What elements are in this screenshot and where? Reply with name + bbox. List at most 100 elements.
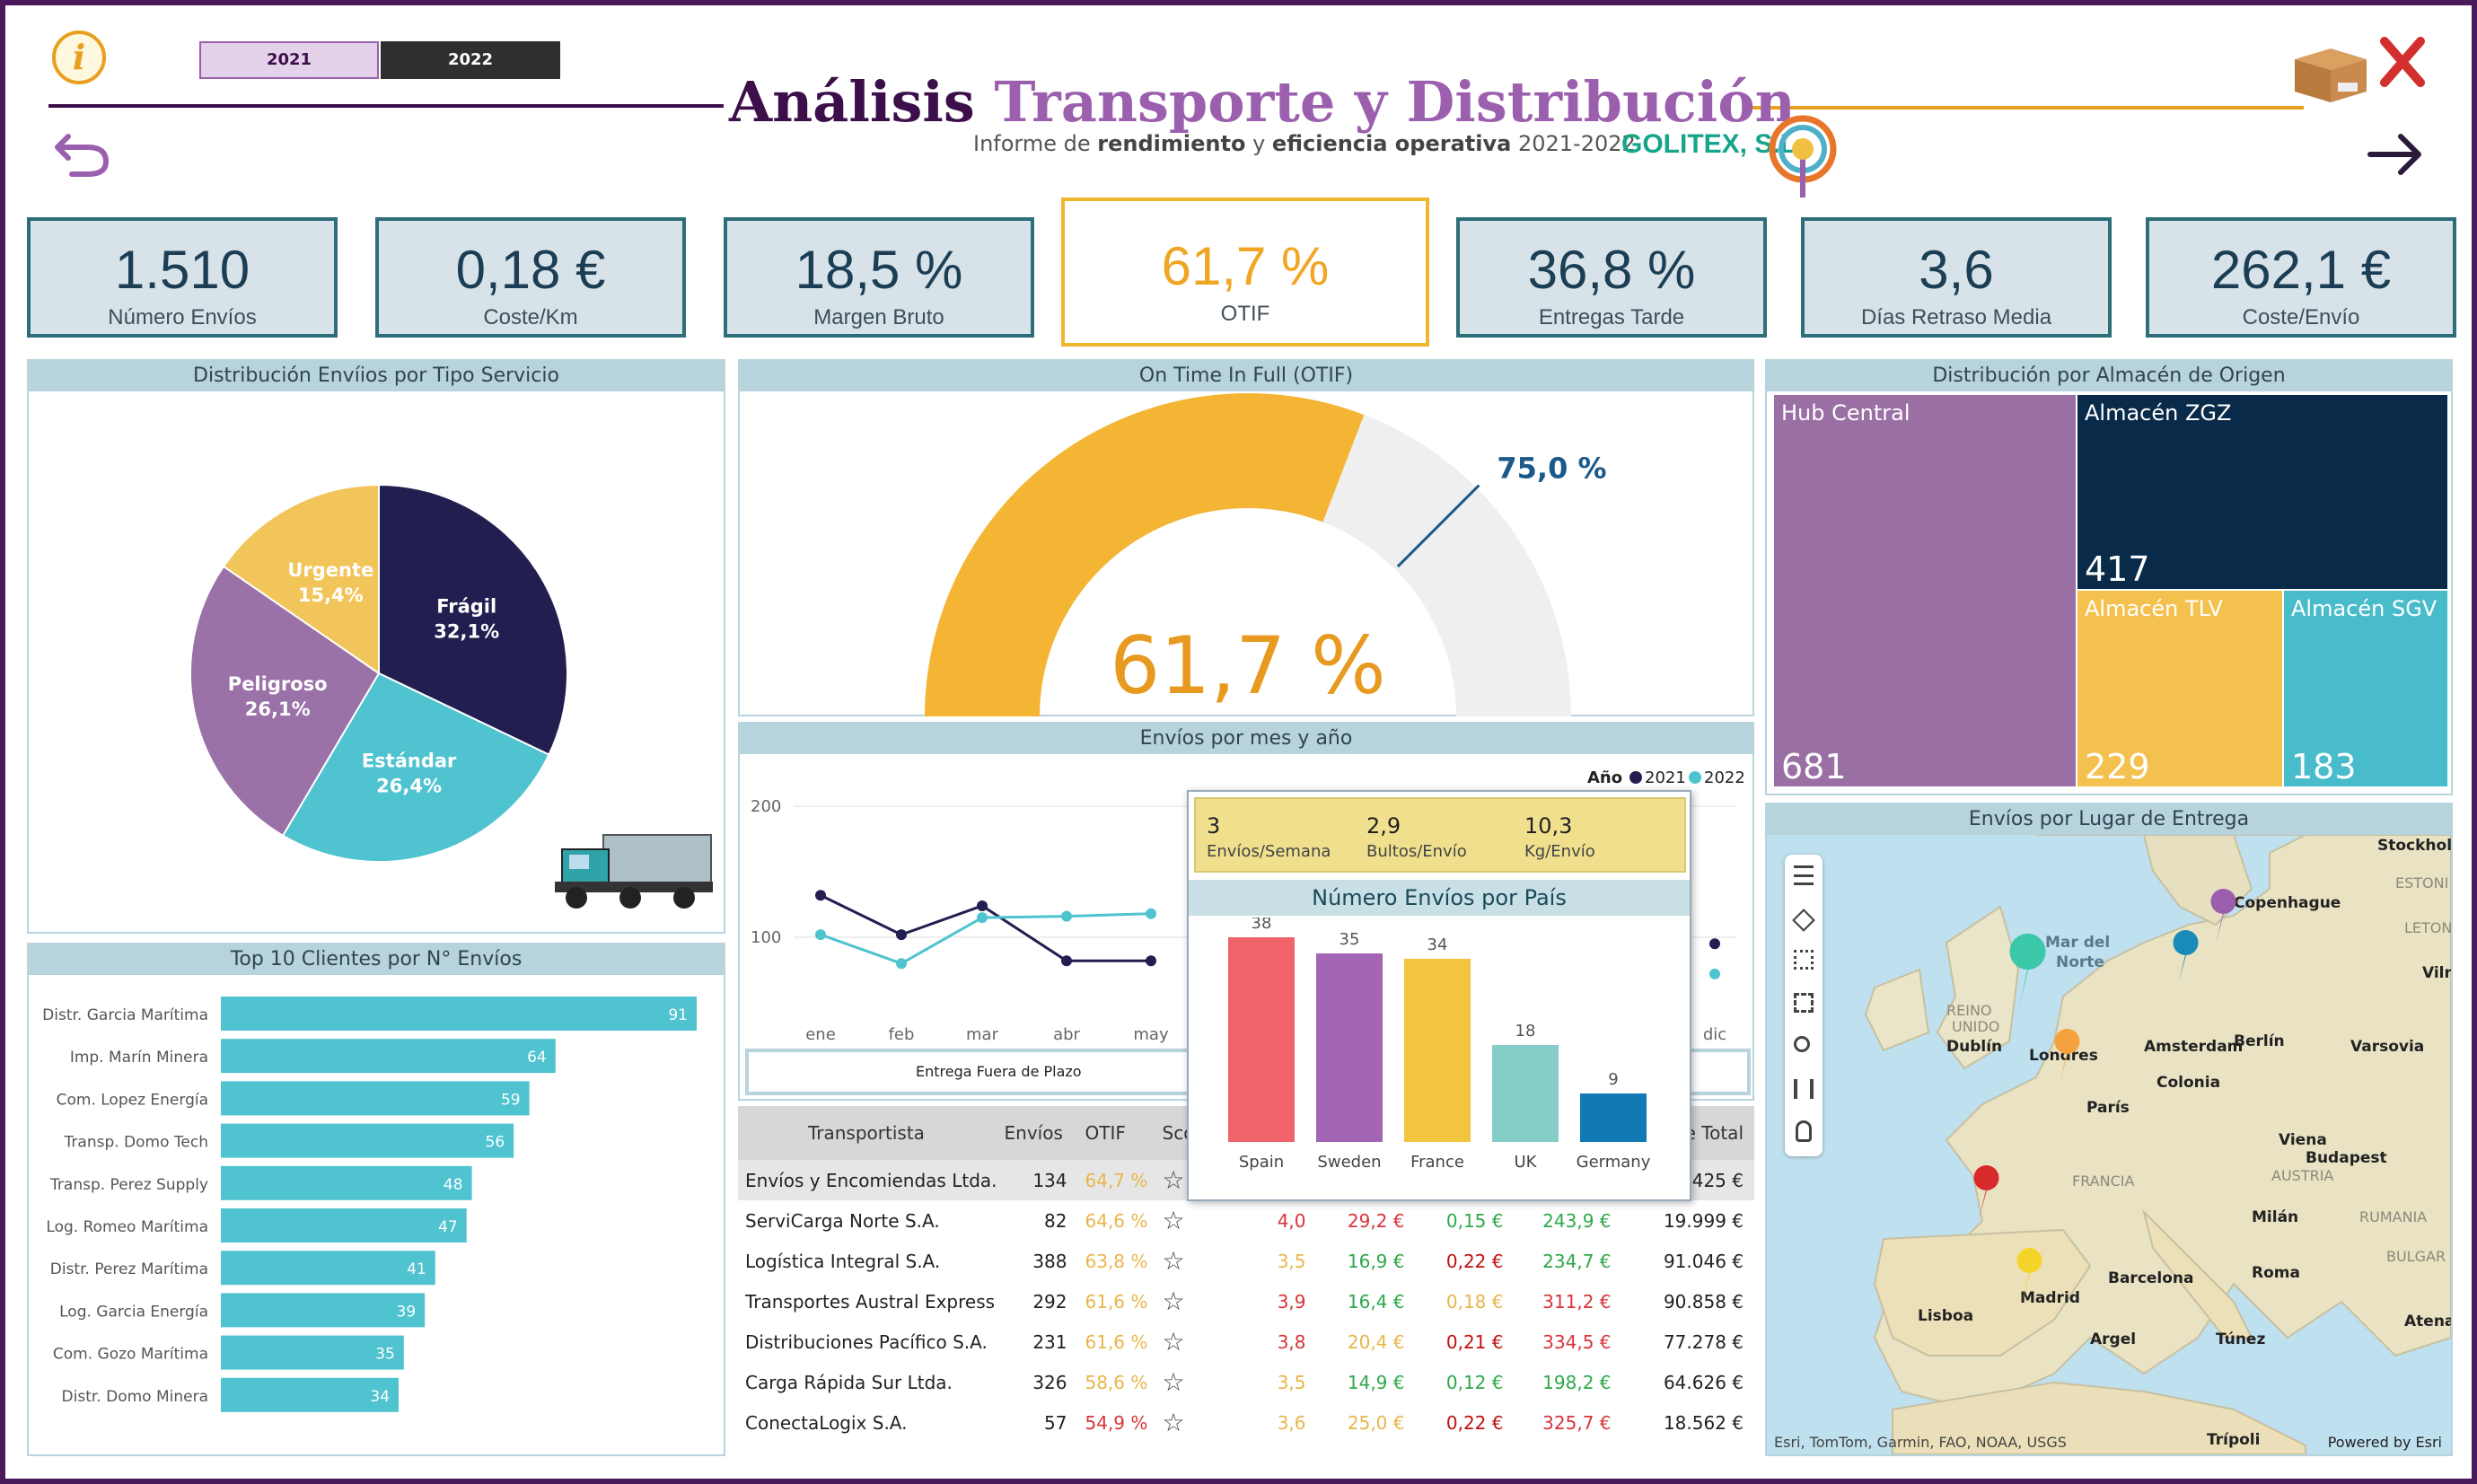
country-bar[interactable] — [1580, 1093, 1647, 1142]
cell-total: 91.046 € — [1663, 1250, 1744, 1272]
pin-north-spain[interactable] — [1973, 1165, 1999, 1219]
table-row[interactable]: ServiCarga Norte S.A. 82 64,6 % ☆ 4,0 29,2 € 0… — [738, 1200, 1754, 1241]
forward-arrow-icon[interactable] — [2365, 124, 2428, 187]
map-powered-by[interactable]: Powered by Esri — [2328, 1434, 2442, 1451]
line-point[interactable] — [1061, 910, 1072, 922]
pin-paris[interactable] — [2054, 1029, 2080, 1083]
line-point[interactable] — [1061, 955, 1072, 967]
th-envios[interactable]: Envíos — [997, 1106, 1078, 1160]
pin-copenhague[interactable] — [2210, 889, 2236, 943]
client-bar-value: 48 — [444, 1176, 463, 1194]
top10-panel: Top 10 Clientes por N° Envíos Distr. Gar… — [27, 943, 725, 1456]
back-arrow-icon[interactable] — [52, 117, 115, 180]
cell-envios: 231 — [1032, 1330, 1067, 1353]
line-point[interactable] — [896, 929, 907, 941]
gauge-target-label: 75,0 % — [1497, 452, 1606, 486]
month-label: ene — [805, 1025, 836, 1044]
gauge-title: On Time In Full (OTIF) — [740, 361, 1752, 391]
table-row[interactable]: Transportes Austral Express 292 61,6 % ☆ 3,9… — [738, 1281, 1754, 1322]
month-label: feb — [889, 1025, 915, 1044]
pie-slice-pct: 26,1% — [245, 698, 311, 720]
country-bar-label: France — [1410, 1153, 1464, 1172]
treemap-almacen-sgv[interactable]: Almacén SGV 183 — [2284, 591, 2447, 786]
cell-c2: 29,2 € — [1347, 1209, 1405, 1232]
tooltip-metrics: 3 Envíos/Semana 2,9 Bultos/Envío 10,3 Kg/En… — [1194, 797, 1686, 873]
client-bar[interactable] — [221, 1208, 467, 1243]
cell-c1: 4,0 — [1277, 1209, 1306, 1232]
cell-transportista: Carga Rápida Sur Ltda. — [745, 1371, 953, 1393]
legend-title: Año — [1587, 768, 1622, 787]
pin-amsterdam[interactable] — [2173, 930, 2199, 984]
kpi-numero-envios: 1.510 Número Envíos — [27, 217, 338, 338]
year-2021-button[interactable]: 2021 — [199, 41, 379, 79]
kpi-label: OTIF — [1220, 302, 1270, 326]
page-subtitle: Informe de rendimiento y eficiencia oper… — [973, 131, 1636, 156]
client-bar-value: 56 — [486, 1134, 505, 1152]
country-bar-value: 34 — [1427, 935, 1448, 954]
cell-total: 18.562 € — [1663, 1411, 1744, 1434]
client-label: Transp. Perez Supply — [49, 1176, 208, 1194]
client-bar-value: 34 — [370, 1388, 390, 1406]
pie-slice-label: Peligroso — [228, 673, 328, 695]
pin-madrid[interactable] — [2016, 1248, 2042, 1302]
line-point[interactable] — [815, 929, 826, 941]
client-bar[interactable] — [221, 1251, 435, 1286]
client-label: Distr. Perez Marítima — [50, 1260, 208, 1278]
pie-slice-pct: 26,4% — [376, 776, 442, 797]
client-bar[interactable] — [221, 1039, 556, 1074]
tooltip-chart-title: Número Envíos por País — [1189, 880, 1690, 916]
kpi-value: 18,5 % — [795, 240, 963, 300]
map-panel: Envíos por Lugar de Entrega Mar del Norte… — [1765, 803, 2453, 1456]
metric-label: Kg/Envío — [1524, 842, 1595, 861]
cell-c4: 243,9 € — [1542, 1209, 1612, 1232]
cell-c3: 0,21 € — [1445, 1330, 1504, 1353]
close-icon[interactable] — [2376, 32, 2429, 95]
line-point-dic[interactable] — [1709, 968, 1720, 979]
line-point[interactable] — [1146, 908, 1156, 919]
client-bar[interactable] — [221, 1165, 472, 1200]
client-label: Imp. Marín Minera — [70, 1049, 208, 1067]
line-point[interactable] — [896, 958, 907, 970]
metric-kg-envio: 10,3 Kg/Envío — [1524, 813, 1595, 861]
country-bar[interactable] — [1404, 959, 1471, 1142]
line-point[interactable] — [977, 900, 988, 911]
cell-otif: 58,6 % — [1085, 1371, 1148, 1393]
cell-otif: 61,6 % — [1085, 1290, 1148, 1313]
title-part1: Análisis — [729, 69, 975, 135]
client-bar[interactable] — [221, 997, 697, 1031]
table-row[interactable]: ConectaLogix S.A. 57 54,9 % ☆ 3,6 25,0 € 0,22 … — [738, 1402, 1754, 1443]
info-icon[interactable]: i — [52, 31, 106, 84]
month-label: abr — [1053, 1025, 1080, 1044]
line-point[interactable] — [977, 912, 988, 924]
line-point-dic[interactable] — [1709, 938, 1720, 950]
box-icon[interactable] — [2286, 32, 2376, 104]
kpi-label: Entregas Tarde — [1538, 305, 1685, 329]
country-bar[interactable] — [1492, 1045, 1559, 1142]
country-bar[interactable] — [1316, 953, 1383, 1142]
treemap-almacen-zgz[interactable]: Almacén ZGZ 417 — [2077, 395, 2447, 589]
year-2022-button[interactable]: 2022 — [381, 41, 560, 79]
treemap-hub-central[interactable]: Hub Central 681 — [1774, 395, 2076, 786]
pin-londres[interactable] — [2009, 934, 2046, 1011]
metric-value: 10,3 — [1524, 813, 1573, 839]
table-row[interactable]: Distribuciones Pacífico S.A. 231 61,6 % ☆ 3,… — [738, 1322, 1754, 1362]
table-row[interactable]: Logística Integral S.A. 388 63,8 % ☆ 3,5 16,9… — [738, 1241, 1754, 1281]
cell-c4: 311,2 € — [1542, 1290, 1612, 1313]
client-bar[interactable] — [221, 1081, 530, 1116]
th-transportista[interactable]: Transportista — [738, 1106, 997, 1160]
cell-c1: 3,5 — [1277, 1250, 1306, 1272]
client-bar[interactable] — [221, 1123, 514, 1158]
treemap-almacen-tlv[interactable]: Almacén TLV 229 — [2077, 591, 2282, 786]
table-row[interactable]: Carga Rápida Sur Ltda. 326 58,6 % ☆ 3,5 14,9 … — [738, 1362, 1754, 1402]
th-otif[interactable]: OTIF — [1077, 1106, 1155, 1160]
metric-value: 3 — [1207, 813, 1221, 839]
map-title: Envíos por Lugar de Entrega — [1767, 804, 2451, 835]
line-point[interactable] — [815, 890, 826, 901]
country-bar[interactable] — [1228, 937, 1295, 1142]
client-bar[interactable] — [221, 1293, 426, 1328]
line-point[interactable] — [1146, 955, 1156, 967]
cell-otif: 64,6 % — [1085, 1209, 1148, 1232]
client-label: Log. Garcia Energía — [59, 1303, 208, 1321]
country-bar-label: UK — [1515, 1153, 1538, 1172]
kpi-coste-km: 0,18 € Coste/Km — [375, 217, 686, 338]
